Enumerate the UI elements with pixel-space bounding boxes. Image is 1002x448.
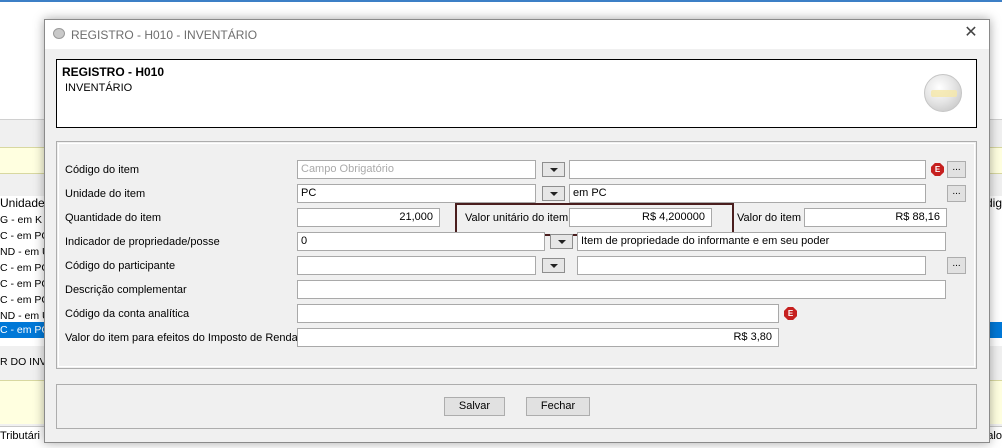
background-list-row[interactable]: C - em PC bbox=[0, 228, 49, 244]
unidade-item-input[interactable]: PC bbox=[297, 184, 536, 203]
button-panel bbox=[56, 384, 977, 429]
register-subtitle: INVENTÁRIO bbox=[65, 82, 133, 94]
background-list-row[interactable]: C - em PC bbox=[0, 260, 49, 276]
unidade-item-lookup-button[interactable]: ... bbox=[947, 185, 966, 202]
codigo-conta-error-icon: E bbox=[784, 307, 797, 320]
indicador-propriedade-input[interactable]: 0 bbox=[297, 232, 545, 251]
codigo-item-description bbox=[569, 160, 926, 179]
dialog-title: REGISTRO - H010 - INVENTÁRIO bbox=[71, 28, 258, 42]
register-title: REGISTRO - H010 bbox=[62, 65, 165, 79]
unidade-item-description: em PC bbox=[569, 184, 926, 203]
quantidade-item-label: Quantidade do item bbox=[65, 212, 162, 224]
background-bottom-left-label: Tributári bbox=[0, 430, 40, 442]
logo-icon bbox=[924, 74, 962, 112]
background-list-row[interactable]: ND - em U bbox=[0, 244, 50, 260]
indicador-propriedade-description: Item de propriedade do informante e em s… bbox=[577, 232, 946, 251]
descricao-complementar-label: Descrição complementar bbox=[65, 284, 187, 296]
background-list-row[interactable]: C - em PC bbox=[0, 292, 49, 308]
codigo-conta-input[interactable] bbox=[297, 304, 779, 323]
dialog-titlebar[interactable]: REGISTRO - H010 - INVENTÁRIO ✕ bbox=[45, 20, 989, 49]
inventory-dialog: REGISTRO - H010 - INVENTÁRIO ✕ REGISTRO … bbox=[44, 19, 990, 443]
valor-ir-label: Valor do item para efeitos do Imposto de… bbox=[65, 332, 298, 344]
codigo-item-label: Código do item bbox=[65, 164, 139, 176]
descricao-complementar-input[interactable] bbox=[297, 280, 946, 299]
valor-item-input[interactable]: R$ 88,16 bbox=[804, 208, 947, 227]
codigo-item-lookup-button[interactable]: ... bbox=[947, 161, 966, 178]
quantidade-item-input[interactable]: 21,000 bbox=[297, 208, 440, 227]
codigo-item-input[interactable]: Campo Obrigatório bbox=[297, 160, 536, 179]
codigo-participante-label: Código do participante bbox=[65, 260, 176, 272]
close-button[interactable]: Fechar bbox=[526, 397, 590, 416]
valor-item-label: Valor do item bbox=[737, 212, 801, 224]
indicador-propriedade-label: Indicador de propriedade/posse bbox=[65, 236, 220, 248]
codigo-participante-lookup-button[interactable]: ... bbox=[947, 257, 966, 274]
indicador-propriedade-dropdown[interactable] bbox=[550, 234, 573, 249]
valor-ir-input[interactable]: R$ 3,80 bbox=[297, 328, 779, 347]
codigo-item-dropdown[interactable] bbox=[542, 162, 565, 177]
valor-unitario-input[interactable]: R$ 4,200000 bbox=[569, 208, 712, 227]
codigo-participante-dropdown[interactable] bbox=[542, 258, 565, 273]
codigo-participante-description bbox=[577, 256, 926, 275]
codigo-item-error-icon: E bbox=[931, 163, 944, 176]
register-header: REGISTRO - H010 INVENTÁRIO bbox=[56, 59, 977, 128]
close-icon[interactable]: ✕ bbox=[963, 25, 979, 41]
codigo-participante-input[interactable] bbox=[297, 256, 536, 275]
codigo-conta-label: Código da conta analítica bbox=[65, 308, 190, 320]
background-list-row[interactable]: G - em K bbox=[0, 212, 42, 228]
valor-unitario-label: Valor unitário do item bbox=[465, 212, 569, 224]
app-icon bbox=[53, 28, 65, 39]
background-list-header: Unidade bbox=[0, 196, 45, 210]
unidade-item-label: Unidade do item bbox=[65, 188, 146, 200]
save-button[interactable]: Salvar bbox=[444, 397, 505, 416]
background-list-row[interactable]: C - em PC bbox=[0, 276, 49, 292]
unidade-item-dropdown[interactable] bbox=[542, 186, 565, 201]
